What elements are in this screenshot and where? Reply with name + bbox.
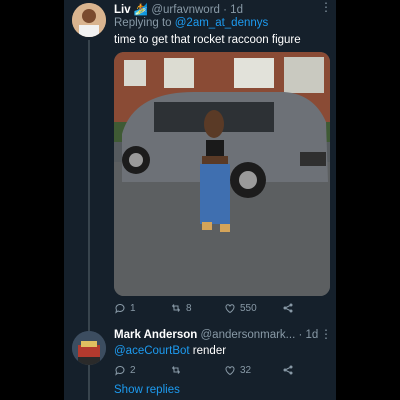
tweet-header: Liv 🏄 @urfavnword · 1d xyxy=(114,2,243,16)
reply-action[interactable]: 1 xyxy=(114,302,136,314)
share-icon xyxy=(283,303,293,313)
tweet-actions: 2 32 xyxy=(114,364,324,378)
retweet-action[interactable] xyxy=(170,364,186,376)
name-emoji: 🏄 xyxy=(133,4,149,16)
avatar[interactable] xyxy=(72,3,106,37)
reply-icon xyxy=(115,365,125,376)
replying-handle-link[interactable]: @2am_at_dennys xyxy=(175,17,269,29)
reply-count: 1 xyxy=(130,302,136,314)
tweet-text: @aceCourtBot render xyxy=(114,345,226,357)
display-name[interactable]: Liv xyxy=(114,4,131,16)
more-icon[interactable]: ⋮ xyxy=(320,327,332,341)
like-icon xyxy=(225,304,235,314)
like-count: 32 xyxy=(240,364,252,376)
share-action[interactable] xyxy=(282,364,294,376)
tweet-actions: 1 8 550 xyxy=(114,302,324,316)
media-photo xyxy=(114,52,330,296)
tweet-header: Mark Anderson @andersonmark... · 1d xyxy=(114,329,318,341)
share-icon xyxy=(283,365,293,375)
timestamp[interactable]: 1d xyxy=(306,329,319,341)
reply-icon xyxy=(115,303,125,314)
like-action[interactable]: 550 xyxy=(224,302,257,314)
share-action[interactable] xyxy=(282,302,294,314)
display-name[interactable]: Mark Anderson xyxy=(114,329,197,341)
tweet-media-image[interactable] xyxy=(114,52,330,296)
retweet-icon xyxy=(172,304,180,312)
timestamp[interactable]: 1d xyxy=(230,4,243,16)
show-replies-link[interactable]: Show replies xyxy=(114,384,180,396)
replying-to: Replying to @2am_at_dennys xyxy=(114,17,268,29)
tweet-text-rest: render xyxy=(189,345,227,357)
separator: · xyxy=(298,329,303,341)
tweet-thread-panel: Liv 🏄 @urfavnword · 1d ⋮ Replying to @2a… xyxy=(64,0,336,400)
reply-count: 2 xyxy=(130,364,136,376)
more-icon[interactable]: ⋮ xyxy=(320,0,332,14)
retweet-icon xyxy=(172,366,180,374)
like-action[interactable]: 32 xyxy=(224,364,251,376)
retweet-action[interactable]: 8 xyxy=(170,302,192,314)
tweet-text: time to get that rocket raccoon figure xyxy=(114,34,301,46)
avatar[interactable] xyxy=(72,331,106,365)
replying-prefix: Replying to xyxy=(114,17,172,29)
reply-action[interactable]: 2 xyxy=(114,364,136,376)
separator: · xyxy=(223,4,227,16)
like-count: 550 xyxy=(240,302,257,314)
handle[interactable]: @andersonmark... xyxy=(201,329,296,341)
like-icon xyxy=(225,366,235,376)
handle[interactable]: @urfavnword xyxy=(151,4,220,16)
mention-link[interactable]: @aceCourtBot xyxy=(114,345,190,357)
retweet-count: 8 xyxy=(186,302,192,314)
